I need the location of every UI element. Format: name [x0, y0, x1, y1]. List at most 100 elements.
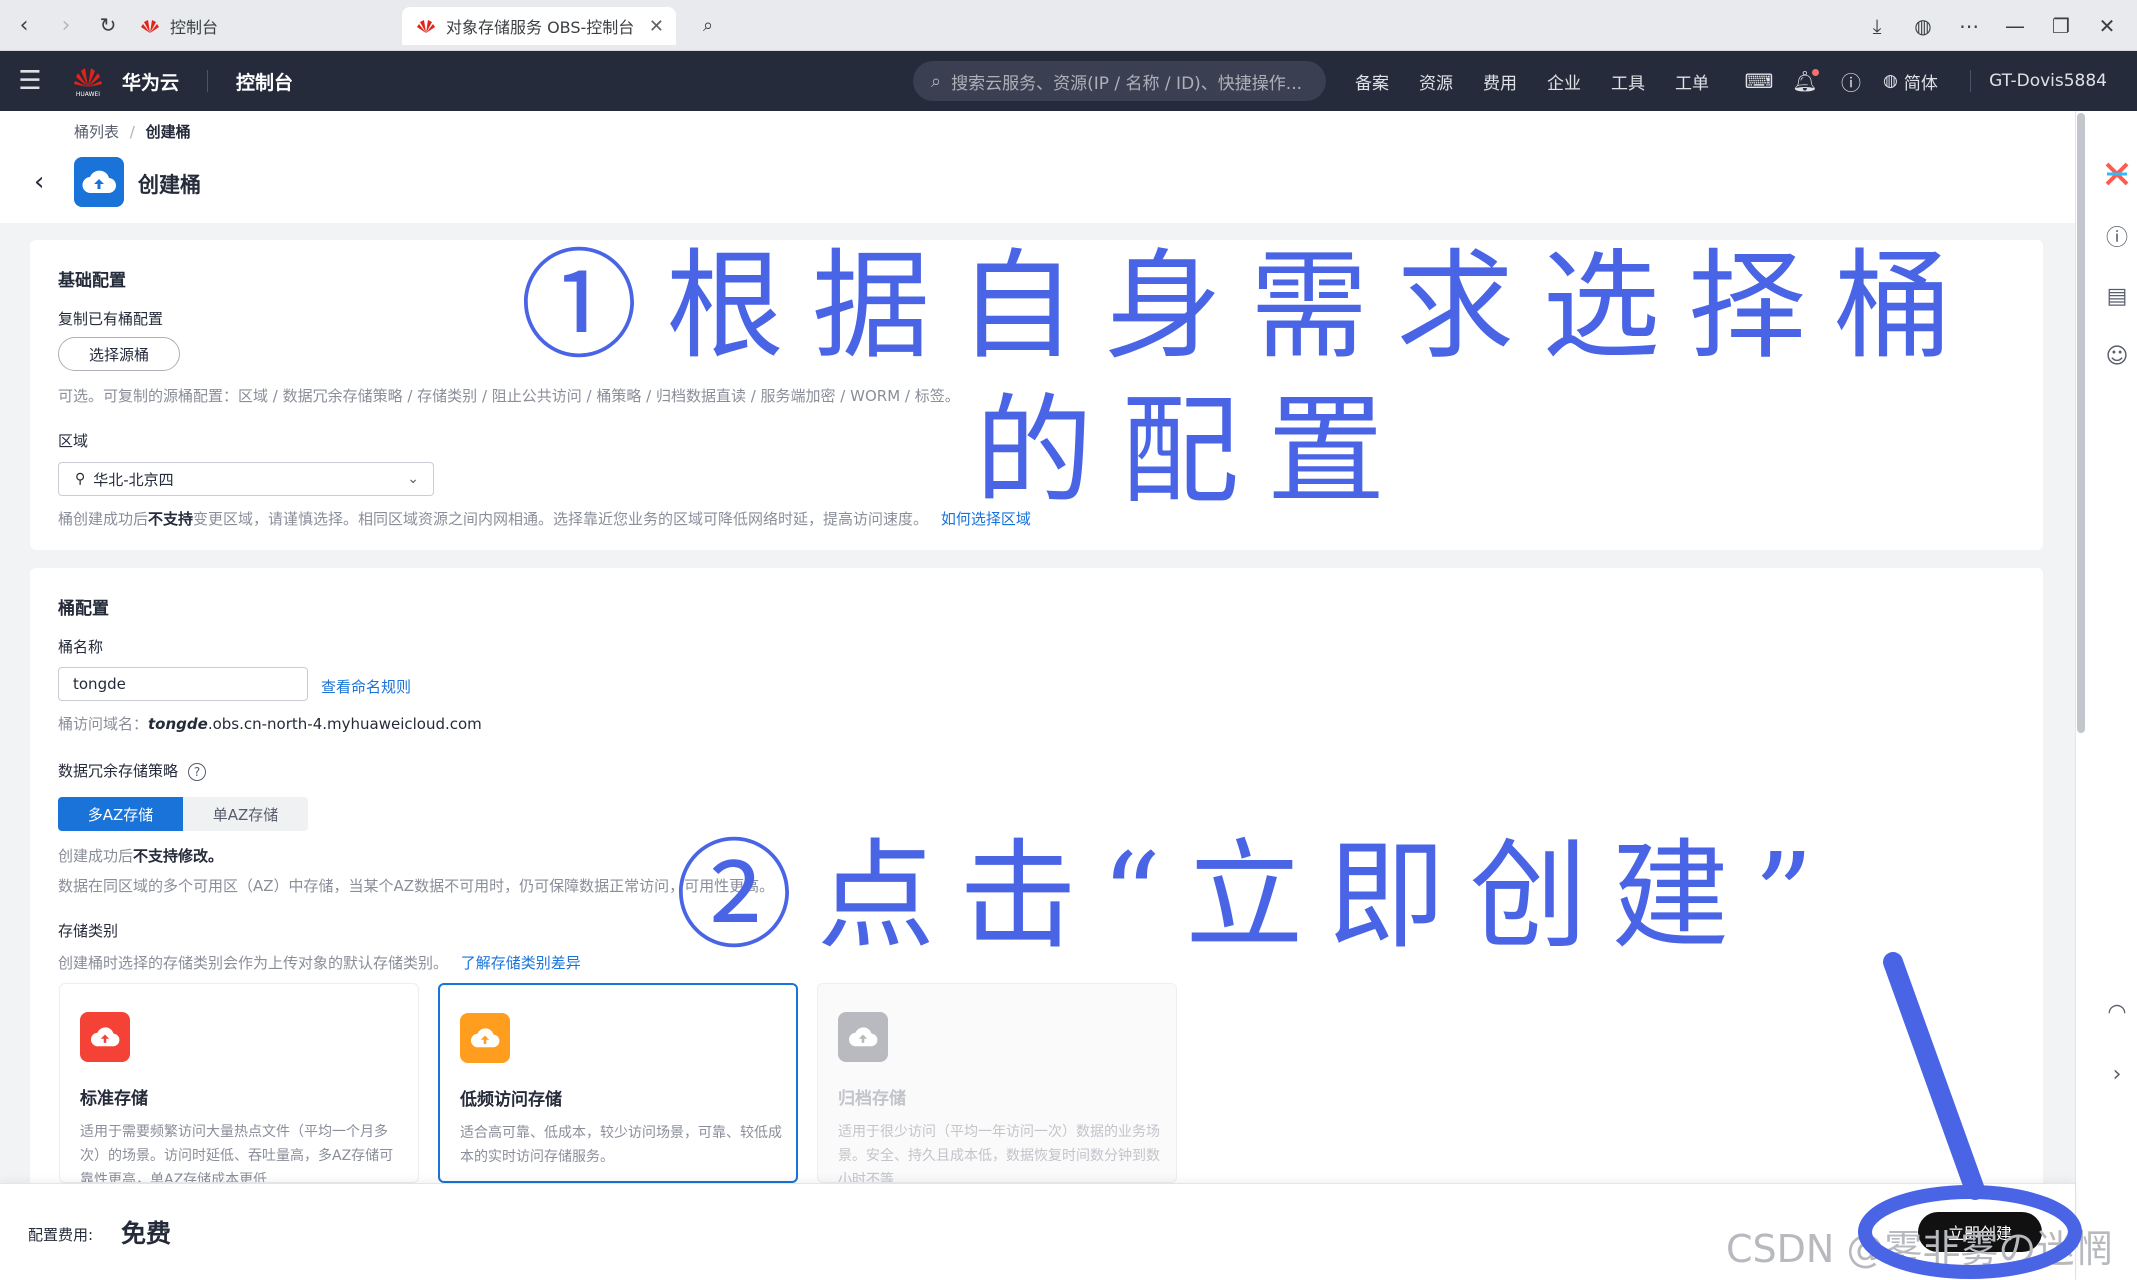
close-tab-icon[interactable]: ✕ [649, 16, 664, 37]
help-icon[interactable]: ⓘ [1837, 67, 1865, 95]
search-icon: ⌕ [931, 70, 942, 92]
minimize-icon[interactable]: — [1995, 6, 2035, 46]
ai-assistant-icon[interactable] [2103, 160, 2131, 188]
redundancy-hint-text: 创建成功后 [58, 847, 134, 865]
global-search-input[interactable]: ⌕ 搜索云服务、资源(IP / 名称 / ID)、快捷操作... [913, 61, 1326, 101]
cloud-upload-icon [838, 1012, 888, 1062]
tab-label: 控制台 [170, 18, 219, 37]
forward-nav-icon[interactable]: › [48, 7, 84, 43]
redundancy-hint: 创建成功后不支持修改。 [58, 845, 223, 866]
copy-config-hint: 可选。可复制的源桶配置：区域 / 数据冗余存储策略 / 存储类别 / 阻止公共访… [58, 387, 960, 405]
console-header: ☰ HUAWEI 华为云 控制台 ⌕ 搜索云服务、资源(IP / 名称 / ID… [0, 51, 2137, 111]
huawei-favicon-icon [141, 20, 159, 33]
redundancy-label-text: 数据冗余存储策略 [58, 762, 179, 780]
storage-class-standard[interactable]: 标准存储 适用于需要频繁访问大量热点文件（平均一个月多次）的场景。访问时延低、吞… [59, 983, 419, 1183]
storage-class-hint: 创建桶时选择的存储类别会作为上传对象的默认存储类别。 了解存储类别差异 [58, 952, 581, 973]
storage-class-desc: 适用于很少访问（平均一年访问一次）数据的业务场景。安全、持久且成本低，数据恢复时… [838, 1124, 1160, 1183]
storage-class-title: 归档存储 [838, 1089, 906, 1109]
breadcrumb: 桶列表 / 创建桶 [74, 121, 191, 142]
more-icon[interactable]: ⋯ [1949, 6, 1989, 46]
tab-obs-console[interactable]: 对象存储服务 OBS-控制台 ✕ [402, 7, 676, 45]
storage-class-infrequent[interactable]: 低频访问存储 适合高可靠、低成本，较少访问场景，可靠、较低成本的实时访问存储服务… [438, 983, 798, 1183]
storage-class-archive[interactable]: 归档存储 适用于很少访问（平均一年访问一次）数据的业务场景。安全、持久且成本低，… [817, 983, 1177, 1183]
page-header: 桶列表 / 创建桶 ‹ 创建桶 [0, 111, 2075, 223]
user-account[interactable]: GT-Dovis5884 [1989, 51, 2107, 111]
cloud-upload-icon [80, 1012, 130, 1062]
section-title-bucket: 桶配置 [58, 599, 109, 619]
bucket-name-label: 桶名称 [58, 638, 104, 656]
clipboard-icon[interactable]: ▤ [2103, 282, 2131, 310]
location-pin-icon: ⚲ [75, 471, 86, 487]
multi-az-option[interactable]: 多AZ存储 [58, 797, 183, 831]
bucket-domain: 桶访问域名：tongde.obs.cn-north-4.myhuaweiclou… [58, 713, 482, 734]
language-switch[interactable]: ◍ 简体 [1883, 69, 1938, 94]
page-scrollbar[interactable] [2077, 113, 2085, 733]
domain-label: 桶访问域名： [58, 715, 149, 733]
region-hint-bold: 不支持 [148, 510, 194, 528]
nav-enterprise[interactable]: 企业 [1547, 69, 1581, 94]
breadcrumb-parent[interactable]: 桶列表 [74, 123, 119, 141]
header-divider [207, 70, 209, 92]
nav-tools[interactable]: 工具 [1611, 69, 1645, 94]
notification-dot [1812, 69, 1819, 76]
annotation-step2: ②点击“立即创建” [675, 827, 1838, 965]
back-nav-icon[interactable]: ‹ [6, 7, 42, 43]
header-nav: 备案 资源 费用 企业 工具 工单 [1355, 51, 1739, 111]
bell-icon[interactable]: 🔔︎ [1791, 67, 1819, 95]
brand-name: 华为云 [122, 71, 180, 94]
headset-icon[interactable]: ◠ [2103, 998, 2131, 1026]
question-icon[interactable]: ? [188, 762, 207, 781]
storage-class-title: 低频访问存储 [460, 1090, 562, 1110]
logo-text: HUAWEI [76, 91, 100, 98]
hamburger-menu-icon[interactable]: ☰ [0, 66, 60, 96]
nav-billing[interactable]: 费用 [1483, 69, 1517, 94]
naming-rule-link[interactable]: 查看命名规则 [321, 676, 411, 697]
search-placeholder: 搜索云服务、资源(IP / 名称 / ID)、快捷操作... [951, 73, 1303, 94]
domain-suffix: .obs.cn-north-4.myhuaweicloud.com [207, 715, 482, 733]
tab-search-icon[interactable]: ⌕ [690, 7, 726, 43]
help-circle-icon[interactable]: ⓘ [2103, 222, 2131, 251]
nav-tickets[interactable]: 工单 [1675, 69, 1709, 94]
fee-label: 配置费用: [28, 1226, 94, 1244]
cloud-upload-icon [74, 157, 124, 207]
globe-icon[interactable]: ◍ [1903, 6, 1943, 46]
brand[interactable]: HUAWEI 华为云 [70, 63, 179, 99]
header-icons: ⌨ 🔔︎ ⓘ ◍ 简体 [1745, 51, 1938, 111]
select-source-bucket-button[interactable]: 选择源桶 [58, 337, 180, 371]
storage-class-diff-link[interactable]: 了解存储类别差异 [461, 954, 581, 972]
browser-toolbar: ‹ › ↻ 控制台 对象存储服务 OBS-控制台 ✕ ⌕ ⤓ ◍ ⋯ — ❐ ✕ [0, 0, 2137, 51]
download-icon[interactable]: ⤓ [1857, 6, 1897, 46]
huawei-favicon-icon [417, 20, 435, 33]
smiley-feedback-icon[interactable]: ☺ [2103, 342, 2131, 370]
chevron-right-icon[interactable]: › [2103, 1060, 2131, 1088]
header-divider [1970, 70, 1971, 92]
storage-class-desc: 适合高可靠、低成本，较少访问场景，可靠、较低成本的实时访问存储服务。 [460, 1125, 782, 1165]
close-window-icon[interactable]: ✕ [2087, 6, 2127, 46]
restore-icon[interactable]: ❐ [2041, 6, 2081, 46]
tab-label: 对象存储服务 OBS-控制台 [446, 18, 635, 37]
page-title: 创建桶 [138, 173, 201, 197]
region-label: 区域 [58, 432, 89, 450]
nav-resources[interactable]: 资源 [1419, 69, 1453, 94]
console-title[interactable]: 控制台 [236, 68, 293, 95]
redundancy-hint-bold: 不支持修改。 [133, 847, 224, 865]
region-hint: 桶创建成功后不支持变更区域，请谨慎选择。相同区域资源之间内网相通。选择靠近您业务… [58, 508, 1031, 529]
copy-config-label: 复制已有桶配置 [58, 310, 164, 328]
redundancy-toggle: 多AZ存储 单AZ存储 [58, 797, 308, 831]
fee-value: 免费 [121, 1219, 172, 1248]
cloud-shell-icon[interactable]: ⌨ [1745, 67, 1774, 95]
region-hint-text: 变更区域，请谨慎选择。相同区域资源之间内网相通。选择靠近您业务的区域可降低网络时… [193, 510, 929, 528]
section-title-basic: 基础配置 [58, 271, 126, 291]
single-az-option[interactable]: 单AZ存储 [183, 797, 308, 831]
watermark: CSDN @雾非雾の迷惘 [1726, 1227, 2113, 1271]
reload-icon[interactable]: ↻ [90, 7, 126, 43]
domain-bucket: tongde [148, 715, 208, 733]
bucket-name-input[interactable]: tongde [58, 667, 308, 701]
tab-console[interactable]: 控制台 [126, 7, 394, 45]
back-arrow-icon[interactable]: ‹ [34, 167, 44, 197]
nav-beian[interactable]: 备案 [1355, 69, 1389, 94]
language-label: 简体 [1903, 73, 1938, 94]
region-select[interactable]: ⚲ 华北-北京四 ⌄ [58, 462, 434, 496]
globe-icon: ◍ [1883, 71, 1898, 91]
storage-class-title: 标准存储 [80, 1089, 148, 1109]
